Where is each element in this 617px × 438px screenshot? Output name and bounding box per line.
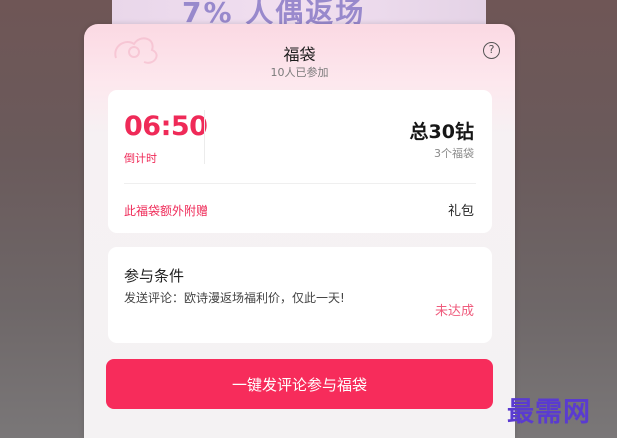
lucky-bag-modal: 福袋 10人已参加 ? 06:50 倒计时 总30钻 3个福袋 此福袋额外附赠 … bbox=[84, 24, 515, 438]
vertical-divider bbox=[204, 110, 205, 164]
help-icon[interactable]: ? bbox=[483, 42, 500, 59]
condition-title: 参与条件 bbox=[124, 267, 185, 285]
watermark-logo: 最需网 bbox=[507, 397, 591, 428]
horizontal-divider bbox=[124, 183, 476, 184]
prize-total: 总30钻 bbox=[409, 121, 474, 143]
extra-gift-value[interactable]: 礼包 bbox=[448, 200, 474, 219]
extra-gift-label: 此福袋额外附赠 bbox=[124, 204, 209, 218]
background-live-banner: 7% 人偶返场 bbox=[112, 0, 486, 26]
condition-text: 发送评论：欧诗漫返场福利价，仅此一天! bbox=[124, 291, 345, 305]
modal-title: 福袋 bbox=[283, 45, 316, 64]
condition-card: 参与条件 发送评论：欧诗漫返场福利价，仅此一天! 未达成 bbox=[108, 247, 492, 343]
countdown-label: 倒计时 bbox=[124, 152, 157, 165]
condition-status: 未达成 bbox=[434, 304, 474, 319]
join-lucky-bag-button[interactable]: 一键发评论参与福袋 bbox=[106, 359, 493, 409]
bag-count: 3个福袋 bbox=[434, 147, 474, 160]
countdown-timer: 06:50 bbox=[124, 111, 208, 142]
participants-count: 10人已参加 bbox=[270, 66, 329, 79]
prize-card: 06:50 倒计时 总30钻 3个福袋 此福袋额外附赠 礼包 bbox=[108, 90, 492, 233]
background-banner-text: 7% 人偶返场 bbox=[182, 0, 366, 26]
